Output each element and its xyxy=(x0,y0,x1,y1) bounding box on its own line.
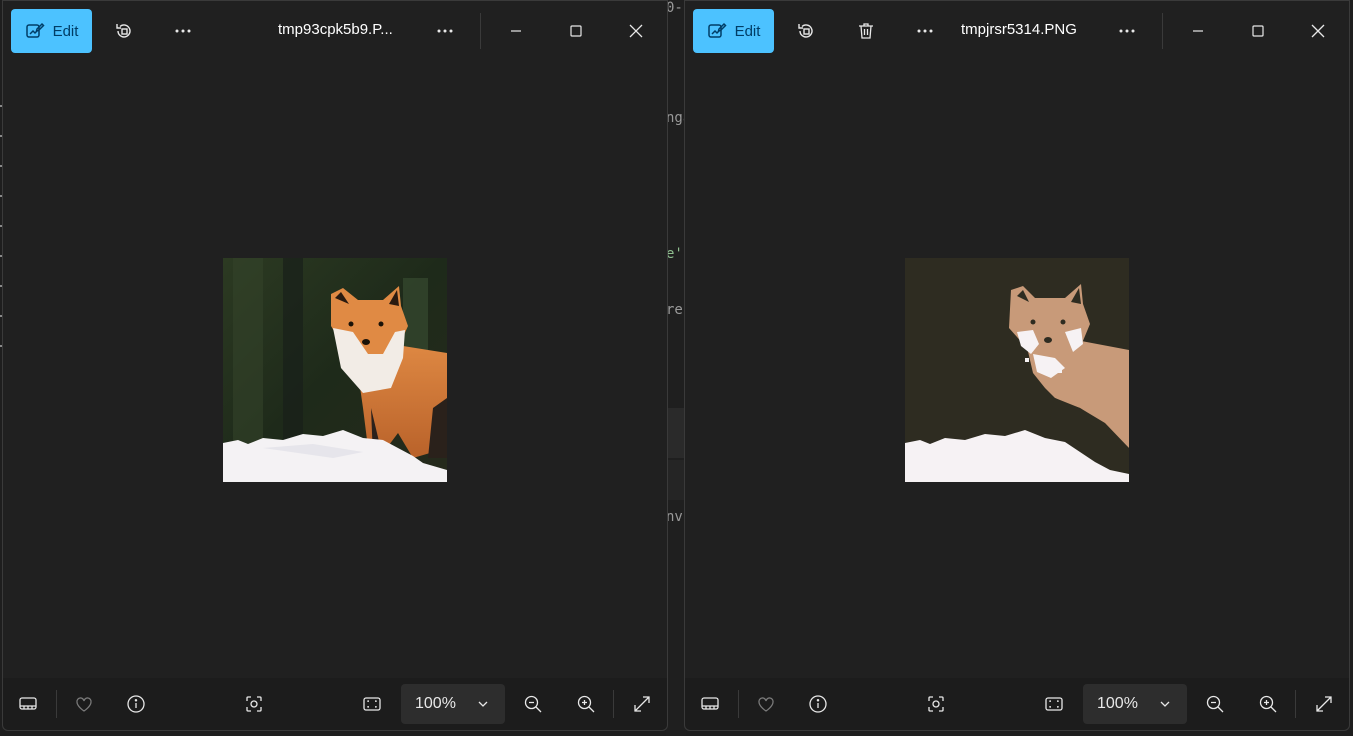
edit-button[interactable]: Edit xyxy=(693,9,774,53)
divider xyxy=(613,690,614,718)
chevron-down-icon xyxy=(1160,701,1170,707)
close-icon xyxy=(1311,24,1325,38)
zoom-out-button[interactable] xyxy=(1196,685,1234,723)
fullscreen-icon xyxy=(634,696,650,712)
more-options-button[interactable] xyxy=(905,11,945,51)
rotate-button[interactable] xyxy=(786,11,826,51)
zoom-in-button[interactable] xyxy=(567,685,605,723)
close-icon xyxy=(629,24,643,38)
delete-button[interactable] xyxy=(846,11,886,51)
more-icon xyxy=(1119,29,1135,33)
more-options-button[interactable] xyxy=(163,11,203,51)
info-icon xyxy=(809,695,827,713)
rotate-button[interactable] xyxy=(104,11,144,51)
zoom-level-select[interactable]: 100% xyxy=(1083,684,1187,724)
fox-photo-posterized[interactable] xyxy=(905,258,1129,482)
title-bar[interactable]: Edit tmp93cpk5b9.P... xyxy=(3,1,667,61)
file-info-button[interactable] xyxy=(799,685,837,723)
zoom-in-icon xyxy=(1259,695,1277,713)
background-text: res xyxy=(666,302,686,318)
file-name: tmpjrsr5314.PNG xyxy=(961,21,1077,38)
file-more-button[interactable] xyxy=(425,11,465,51)
info-icon xyxy=(127,695,145,713)
visual-search-button[interactable] xyxy=(917,685,955,723)
favorite-button[interactable] xyxy=(747,685,785,723)
file-name: tmp93cpk5b9.P... xyxy=(278,21,393,38)
edit-image-icon xyxy=(707,22,727,38)
maximize-button[interactable] xyxy=(556,11,596,51)
maximize-icon xyxy=(1252,25,1264,37)
background-text: nga xyxy=(666,110,686,126)
minimize-icon xyxy=(511,30,521,32)
divider xyxy=(1295,690,1296,718)
zoom-in-button[interactable] xyxy=(1249,685,1287,723)
zoom-out-button[interactable] xyxy=(514,685,552,723)
bottom-toolbar: 100% xyxy=(3,678,667,730)
fullscreen-icon xyxy=(1316,696,1332,712)
maximize-button[interactable] xyxy=(1238,11,1278,51)
close-button[interactable] xyxy=(1298,11,1338,51)
edit-label: Edit xyxy=(52,22,79,40)
divider xyxy=(1162,13,1163,49)
photos-window-original: Edit tmp93cpk5b9.P... 100% xyxy=(2,0,668,731)
delete-icon xyxy=(859,23,873,39)
background-editor-strip: 0-1 nga e'[ res nv' xyxy=(666,0,686,736)
file-info-button[interactable] xyxy=(117,685,155,723)
zoom-in-icon xyxy=(577,695,595,713)
background-text: nv' xyxy=(666,509,686,525)
divider xyxy=(738,690,739,718)
title-bar[interactable]: Edit tmpjrsr5314.PNG xyxy=(685,1,1349,61)
background-text: e'[ xyxy=(666,246,686,262)
divider xyxy=(480,13,481,49)
more-icon xyxy=(917,29,933,33)
filmstrip-button[interactable] xyxy=(691,685,729,723)
divider xyxy=(56,690,57,718)
visual-search-icon xyxy=(928,696,944,712)
chevron-down-icon xyxy=(478,701,488,707)
zoom-out-icon xyxy=(1206,695,1224,713)
fit-to-window-button[interactable] xyxy=(1035,685,1073,723)
photos-window-processed: Edit tmpjrsr5314.PNG 100% xyxy=(684,0,1350,731)
image-canvas[interactable] xyxy=(3,61,667,678)
more-icon xyxy=(437,29,453,33)
fullscreen-button[interactable] xyxy=(623,685,661,723)
minimize-icon xyxy=(1193,30,1203,32)
more-icon xyxy=(175,29,191,33)
filmstrip-icon xyxy=(19,697,37,710)
fit-to-window-icon xyxy=(1045,697,1063,711)
minimize-button[interactable] xyxy=(496,11,536,51)
visual-search-icon xyxy=(246,696,262,712)
zoom-level-value: 100% xyxy=(1097,695,1138,712)
zoom-out-icon xyxy=(524,695,542,713)
rotate-icon xyxy=(116,24,131,38)
minimize-button[interactable] xyxy=(1178,11,1218,51)
fit-to-window-button[interactable] xyxy=(353,685,391,723)
file-more-button[interactable] xyxy=(1107,11,1147,51)
edit-image-icon xyxy=(25,22,45,38)
edit-button[interactable]: Edit xyxy=(11,9,92,53)
close-button[interactable] xyxy=(616,11,656,51)
zoom-level-select[interactable]: 100% xyxy=(401,684,505,724)
rotate-icon xyxy=(798,24,813,38)
fox-photo-original[interactable] xyxy=(223,258,447,482)
background-text: 0-1 xyxy=(666,0,686,16)
filmstrip-icon xyxy=(701,697,719,710)
fit-to-window-icon xyxy=(363,697,381,711)
bottom-toolbar: 100% xyxy=(685,678,1349,730)
maximize-icon xyxy=(570,25,582,37)
fullscreen-button[interactable] xyxy=(1305,685,1343,723)
edit-label: Edit xyxy=(734,22,761,40)
zoom-level-value: 100% xyxy=(415,695,456,712)
visual-search-button[interactable] xyxy=(235,685,273,723)
filmstrip-button[interactable] xyxy=(9,685,47,723)
favorite-button[interactable] xyxy=(65,685,103,723)
heart-icon xyxy=(758,697,774,712)
heart-icon xyxy=(76,697,92,712)
image-canvas[interactable] xyxy=(685,61,1349,678)
